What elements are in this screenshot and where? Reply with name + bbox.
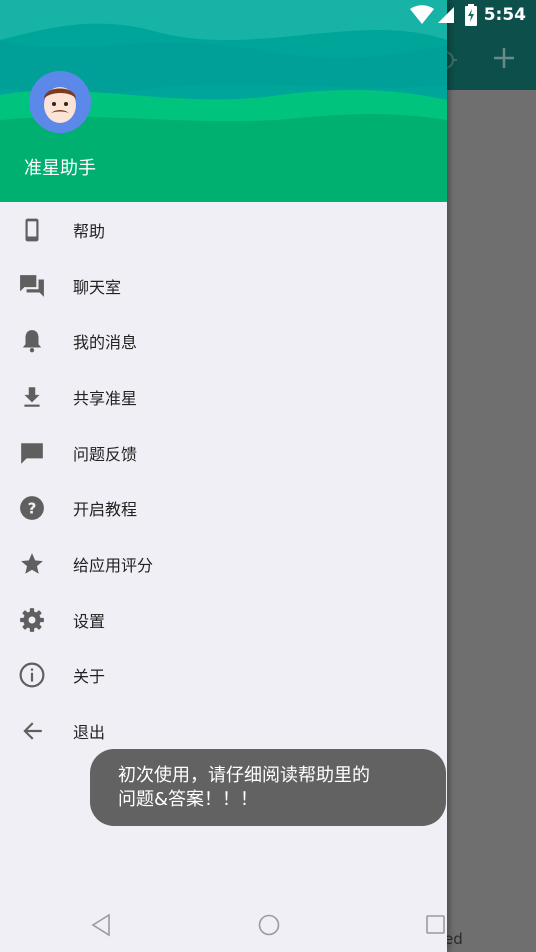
menu-label: 退出: [73, 723, 106, 743]
chat-icon: [19, 273, 45, 299]
add-icon[interactable]: [490, 44, 518, 72]
menu-label: 给应用评分: [73, 555, 154, 575]
menu-item-about[interactable]: 关于: [0, 648, 447, 704]
menu-item-share[interactable]: 共享准星: [0, 369, 447, 425]
download-icon: [19, 384, 45, 410]
menu-label: 关于: [73, 667, 106, 687]
status-icons: 5:54: [409, 0, 536, 30]
avatar[interactable]: [29, 71, 91, 133]
drawer-header: 准星助手: [0, 0, 447, 202]
menu-item-rate[interactable]: 给应用评分: [0, 536, 447, 592]
info-icon: [19, 662, 45, 688]
status-time: 5:54: [483, 5, 526, 25]
phone-icon: [19, 217, 45, 243]
toast-message: 初次使用，请仔细阅读帮助里的 问题&答案！！！: [90, 749, 446, 826]
menu-label: 设置: [73, 611, 106, 631]
menu-item-settings[interactable]: 设置: [0, 592, 447, 648]
menu-label: 问题反馈: [73, 444, 138, 464]
feedback-icon: [19, 440, 45, 466]
star-icon: [19, 551, 45, 577]
nav-back-icon[interactable]: [90, 913, 112, 937]
drawer-menu: 帮助 聊天室 我的消息 共享准星 问题反馈 ? 开启教程 给应用评分 设置 关于…: [0, 202, 447, 759]
bell-icon: [19, 328, 45, 354]
battery-charging-icon: [464, 4, 477, 26]
gear-icon: [19, 607, 45, 633]
status-bar: 5:54: [0, 0, 536, 30]
nav-home-icon[interactable]: [257, 913, 281, 937]
wifi-icon: [409, 5, 434, 24]
menu-label: 聊天室: [73, 277, 122, 297]
menu-item-messages[interactable]: 我的消息: [0, 313, 447, 369]
menu-label: 帮助: [73, 221, 106, 241]
svg-text:?: ?: [28, 500, 37, 518]
menu-label: 我的消息: [73, 333, 138, 353]
toast-line-2: 问题&答案！！！: [118, 789, 259, 810]
app-title: 准星助手: [24, 158, 96, 179]
arrow-back-icon: [19, 718, 45, 744]
user-face-icon: [29, 71, 91, 133]
signal-icon: [437, 7, 454, 23]
menu-item-tutorial[interactable]: ? 开启教程: [0, 480, 447, 536]
help-icon: ?: [19, 495, 45, 521]
system-nav-bar: [0, 900, 536, 952]
menu-item-feedback[interactable]: 问题反馈: [0, 425, 447, 481]
menu-label: 开启教程: [73, 500, 138, 520]
menu-item-chatroom[interactable]: 聊天室: [0, 258, 447, 314]
toast-line-1: 初次使用，请仔细阅读帮助里的: [118, 765, 370, 786]
menu-item-help[interactable]: 帮助: [0, 202, 447, 258]
menu-label: 共享准星: [73, 388, 138, 408]
nav-recents-icon[interactable]: [425, 914, 447, 936]
